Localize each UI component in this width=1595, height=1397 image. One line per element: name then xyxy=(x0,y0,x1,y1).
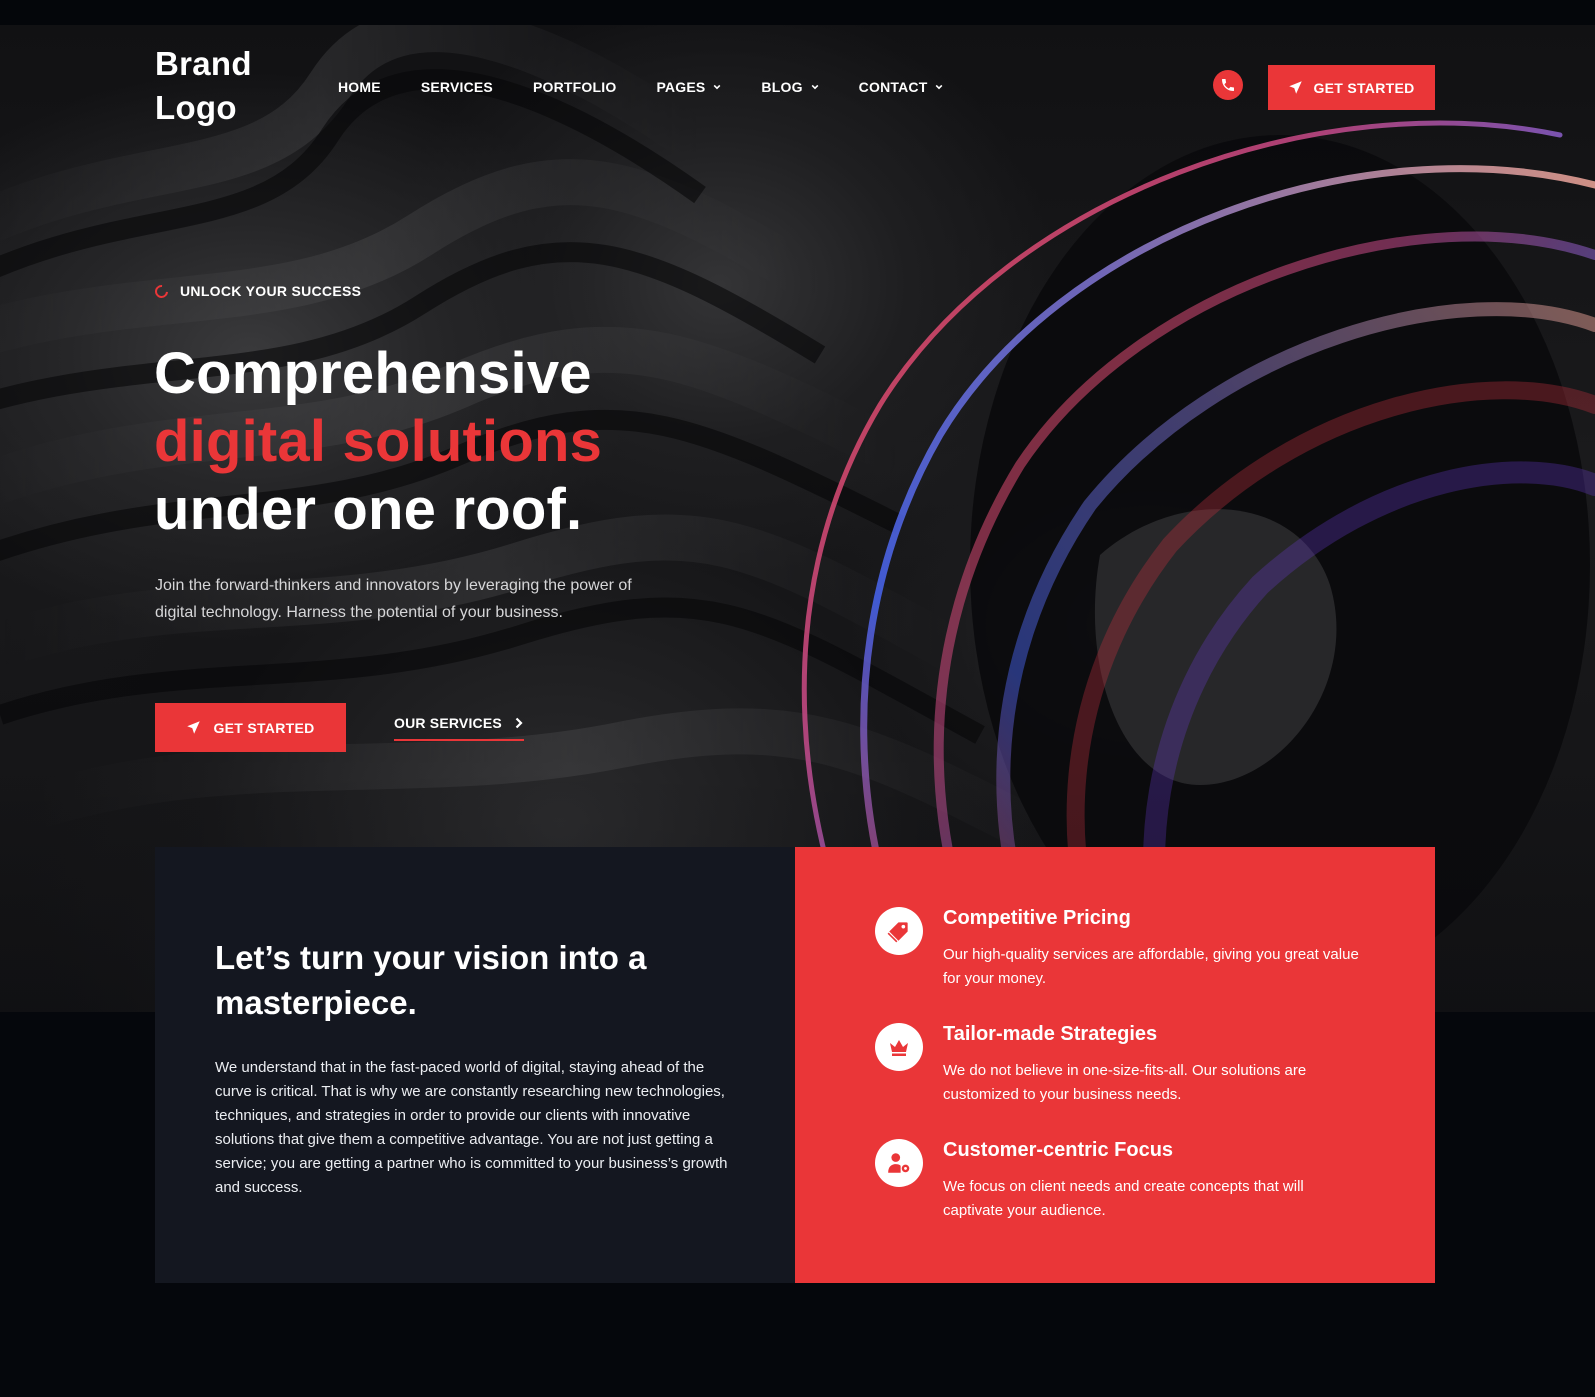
eyebrow-text: UNLOCK YOUR SUCCESS xyxy=(180,283,362,299)
nav-label: PORTFOLIO xyxy=(532,79,617,95)
features-card: Competitive Pricing Our high-quality ser… xyxy=(795,847,1435,1283)
main-nav: HOME SERVICES PORTFOLIO PAGES BLOG CONTA… xyxy=(338,76,983,98)
crown-icon xyxy=(875,1023,923,1071)
ring-icon xyxy=(152,281,171,301)
paper-plane-icon xyxy=(1289,81,1303,94)
chevron-down-icon xyxy=(936,84,943,90)
hero-get-started-button[interactable]: GET STARTED xyxy=(155,703,346,752)
chevron-down-icon xyxy=(714,84,721,90)
user-gear-icon xyxy=(875,1139,923,1187)
headline-line-2-accent: digital solutions xyxy=(154,409,603,474)
chevron-down-icon xyxy=(811,84,819,90)
feature-title: Customer-centric Focus xyxy=(943,1139,1174,1161)
feature-description: We do not believe in one-size-fits-all. … xyxy=(943,1062,1307,1103)
nav-label: CONTACT xyxy=(858,79,928,95)
headline-line-3: under one roof. xyxy=(154,477,583,542)
paper-plane-icon xyxy=(187,721,201,734)
feature-title: Competitive Pricing xyxy=(943,907,1131,929)
headline-line-1: Comprehensive xyxy=(154,341,592,406)
nav-label: HOME xyxy=(338,79,381,95)
top-strip xyxy=(0,0,1595,25)
feature-description: Our high-quality services are affordable… xyxy=(943,946,1359,987)
nav-label: BLOG xyxy=(761,79,803,95)
nav-contact[interactable]: CONTACT xyxy=(859,76,944,98)
nav-label: SERVICES xyxy=(420,79,493,95)
chevron-right-icon xyxy=(515,717,523,729)
intro-body: We understand that in the fast-paced wor… xyxy=(215,1059,728,1196)
nav-label: PAGES xyxy=(656,79,706,95)
feature-title: Tailor-made Strategies xyxy=(943,1023,1158,1045)
header-get-started-button[interactable]: GET STARTED xyxy=(1268,65,1435,110)
nav-blog[interactable]: BLOG xyxy=(761,76,819,98)
button-label: GET STARTED xyxy=(213,719,315,736)
intro-card: Let’s turn your vision into a masterpiec… xyxy=(155,847,795,1283)
phone-button[interactable] xyxy=(1213,70,1243,100)
nav-portfolio[interactable]: PORTFOLIO xyxy=(533,76,616,98)
link-label: OUR SERVICES xyxy=(394,715,502,731)
our-services-link[interactable]: OUR SERVICES xyxy=(394,715,524,741)
feature-description: We focus on client needs and create conc… xyxy=(943,1178,1304,1219)
phone-icon xyxy=(1222,79,1234,91)
hero-eyebrow: UNLOCK YOUR SUCCESS xyxy=(152,281,362,301)
hero-headline: Comprehensive digital solutions under on… xyxy=(154,340,602,544)
hero-description: Join the forward-thinkers and innovators… xyxy=(155,577,632,621)
brand-logo[interactable]: Brand Logo xyxy=(155,42,295,130)
intro-title: Let’s turn your vision into a masterpiec… xyxy=(215,939,647,1021)
nav-services[interactable]: SERVICES xyxy=(421,76,493,98)
price-tag-icon xyxy=(875,907,923,955)
nav-pages[interactable]: PAGES xyxy=(656,76,721,98)
nav-home[interactable]: HOME xyxy=(338,76,381,98)
button-label: GET STARTED xyxy=(1313,79,1415,96)
